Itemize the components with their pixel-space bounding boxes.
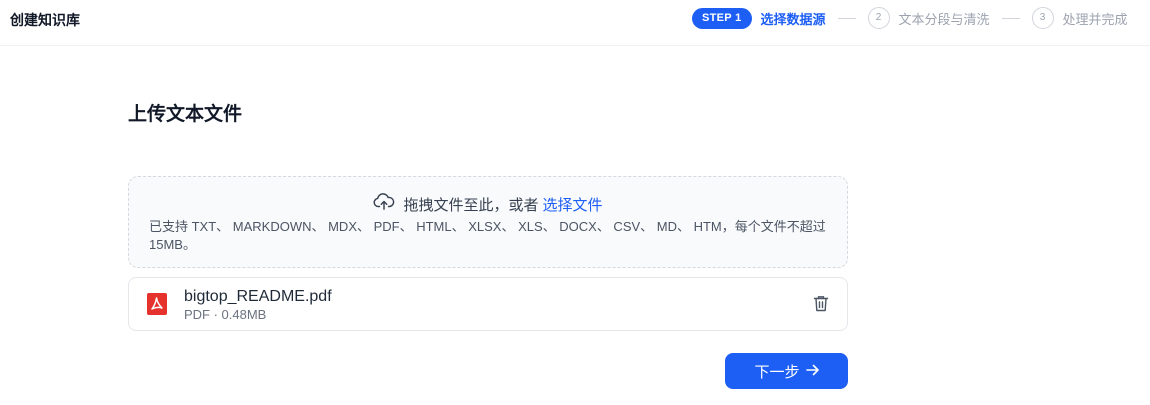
step-divider: [1001, 17, 1020, 19]
next-step-label: 下一步: [754, 363, 800, 381]
cloud-upload-icon: [373, 193, 403, 215]
file-meta: PDF · 0.48MB: [184, 307, 267, 322]
step-3-number: 3: [1031, 7, 1054, 29]
dropzone-prompt-row: 拖拽文件至此，或者 选择文件: [129, 193, 847, 215]
step-1-label: 选择数据源: [760, 11, 826, 27]
next-step-button[interactable]: 下一步: [725, 353, 848, 389]
step-2-label: 文本分段与清洗: [898, 11, 990, 27]
step-2-number: 2: [867, 7, 890, 29]
step-3-label: 处理并完成: [1062, 11, 1128, 27]
select-file-link[interactable]: 选择文件: [543, 194, 603, 215]
trash-icon[interactable]: [813, 295, 829, 317]
dropzone-prompt-text: 拖拽文件至此，或者: [403, 196, 539, 214]
arrow-right-icon: [805, 363, 819, 380]
pdf-file-icon: [147, 293, 167, 320]
step-indicator: STEP 1 选择数据源 2 文本分段与清洗 3 处理并完成: [692, 7, 1128, 29]
top-bar: 创建知识库 STEP 1 选择数据源 2 文本分段与清洗 3 处理并完成: [0, 0, 1150, 46]
uploaded-file-item: bigtop_README.pdf PDF · 0.48MB: [128, 277, 848, 331]
page-header-title: 创建知识库: [10, 12, 80, 28]
section-title: 上传文本文件: [128, 104, 243, 125]
supported-formats-hint: 已支持 TXT、 MARKDOWN、 MDX、 PDF、 HTML、 XLSX、…: [149, 219, 826, 252]
file-dropzone[interactable]: 拖拽文件至此，或者 选择文件 已支持 TXT、 MARKDOWN、 MDX、 P…: [128, 176, 848, 268]
file-name: bigtop_README.pdf: [184, 288, 332, 305]
step-divider: [837, 17, 856, 19]
step-1-badge: STEP 1: [692, 7, 752, 29]
